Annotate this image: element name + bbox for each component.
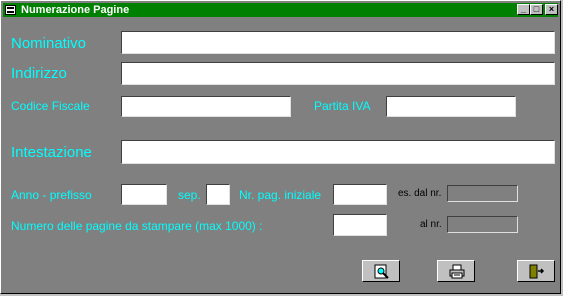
preview-button[interactable] <box>362 260 400 282</box>
label-intestazione: Intestazione <box>11 144 92 161</box>
dialog-window: Numerazione Pagine _ □ × Nominativo Indi… <box>0 0 561 294</box>
label-anno-prefisso: Anno - prefisso <box>11 188 92 202</box>
numero-pagine-field[interactable] <box>333 214 387 236</box>
print-button[interactable] <box>437 260 475 282</box>
printer-icon <box>449 264 465 279</box>
exit-door-icon <box>529 264 545 279</box>
codice-fiscale-field[interactable] <box>121 96 291 117</box>
title-bar[interactable]: Numerazione Pagine _ □ × <box>3 3 558 17</box>
label-nr-pag-iniziale: Nr. pag. iniziale <box>239 188 322 202</box>
label-al-nr: al nr. <box>420 219 442 230</box>
minimize-button[interactable]: _ <box>517 4 530 15</box>
label-sep: sep. <box>178 188 201 202</box>
label-partita-iva: Partita IVA <box>314 99 371 113</box>
al-nr-field <box>447 216 518 233</box>
nr-pag-iniziale-field[interactable] <box>333 184 387 205</box>
exit-button[interactable] <box>517 260 555 282</box>
sep-field[interactable] <box>206 184 230 205</box>
intestazione-field[interactable] <box>121 140 555 164</box>
label-codice-fiscale: Codice Fiscale <box>11 99 90 113</box>
maximize-button[interactable]: □ <box>530 4 543 15</box>
label-indirizzo: Indirizzo <box>11 65 67 82</box>
label-nominativo: Nominativo <box>11 35 87 52</box>
partita-iva-field[interactable] <box>386 96 516 117</box>
label-es-dal-nr: es. dal nr. <box>398 188 442 199</box>
indirizzo-field[interactable] <box>121 62 555 85</box>
magnifier-page-icon <box>374 264 389 279</box>
close-button[interactable]: × <box>545 4 558 15</box>
system-menu-icon[interactable] <box>5 5 16 15</box>
anno-prefisso-field[interactable] <box>121 184 167 205</box>
dal-nr-field <box>447 185 518 202</box>
label-numero-pagine: Numero delle pagine da stampare (max 100… <box>11 219 263 233</box>
window-title: Numerazione Pagine <box>21 4 130 16</box>
nominativo-field[interactable] <box>121 31 555 54</box>
